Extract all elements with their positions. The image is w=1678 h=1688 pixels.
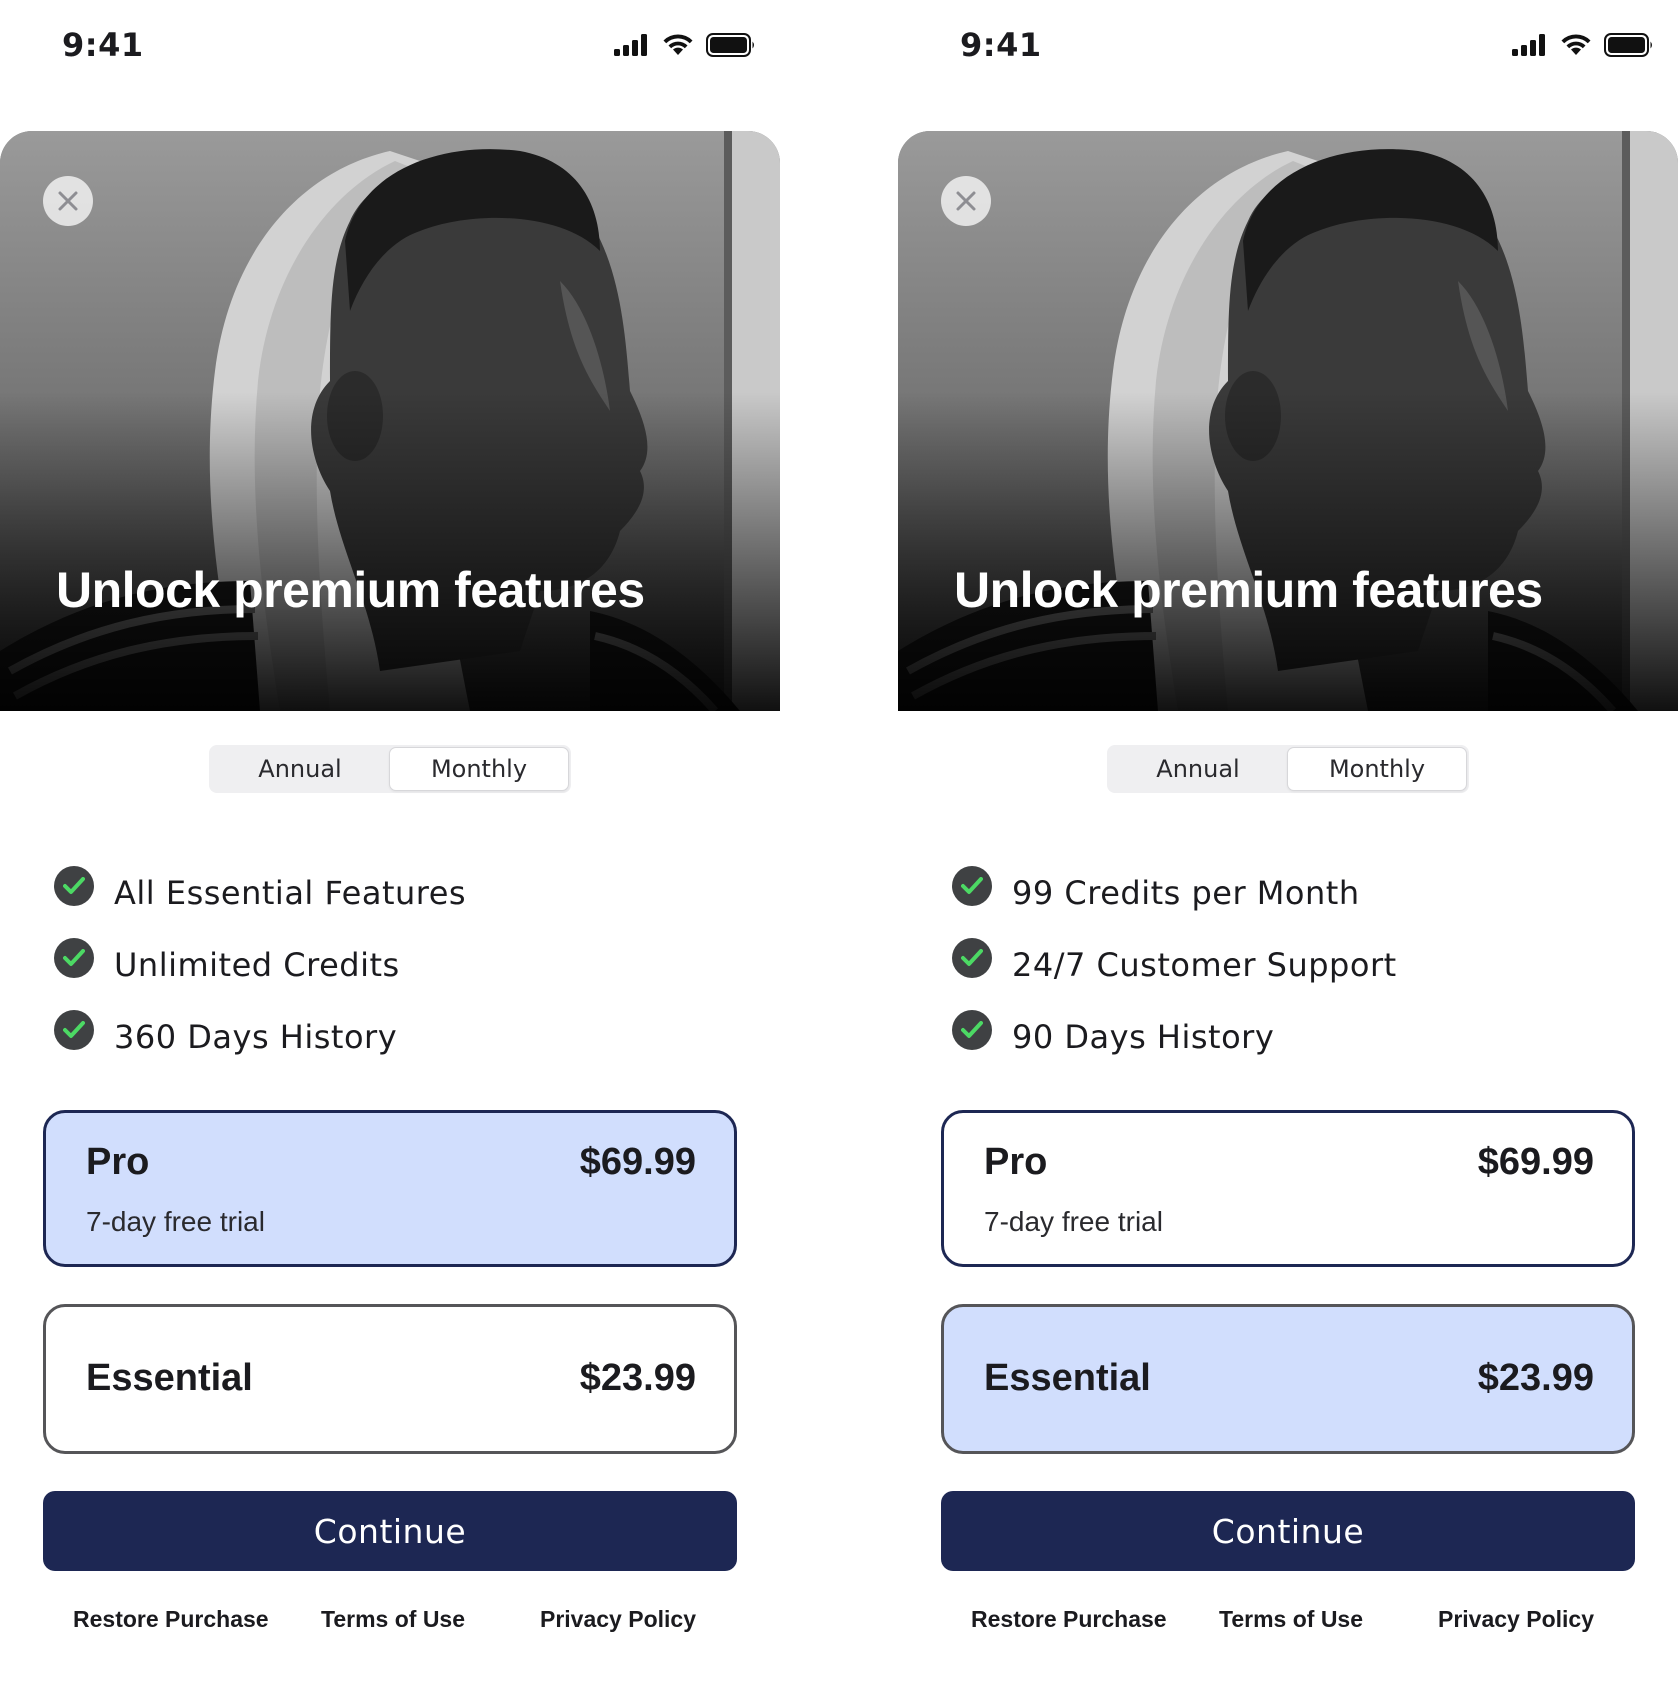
plan-price: $23.99 [579,1357,696,1399]
segment-monthly[interactable]: Monthly [389,747,569,791]
paywall-screen-pro-selected: 9:41 Unlock premium features Annual Mont… [0,0,780,1688]
segment-annual[interactable]: Annual [211,747,389,791]
check-icon [54,866,94,906]
status-time: 9:41 [960,26,1042,64]
status-icons [614,30,756,60]
status-bar: 9:41 [898,0,1678,95]
hero-photo [898,131,1678,711]
hero-image: Unlock premium features [898,131,1678,711]
status-time: 9:41 [62,26,144,64]
check-icon [952,938,992,978]
plan-trial-label: 7-day free trial [984,1206,1163,1237]
close-button[interactable] [941,176,991,226]
footer-links: Restore Purchase Terms of Use Privacy Po… [43,1606,737,1646]
close-icon [956,191,976,211]
check-icon [952,1010,992,1050]
hero-photo [0,131,780,711]
feature-label: Unlimited Credits [114,946,400,984]
signal-icon [1512,34,1545,56]
close-button[interactable] [43,176,93,226]
feature-item: 24/7 Customer Support [952,934,1652,1006]
feature-item: 90 Days History [952,1006,1652,1078]
hero-title: Unlock premium features [56,562,645,618]
signal-icon [614,34,647,56]
restore-purchase-link[interactable]: Restore Purchase [971,1606,1167,1633]
status-icons [1512,30,1654,60]
paywall-screen-essential-selected: 9:41 Unlock premium features Annual Mont… [898,0,1678,1688]
status-bar: 9:41 [0,0,780,95]
check-icon [54,1010,94,1050]
plan-price: $69.99 [1477,1141,1594,1183]
hero-image: Unlock premium features [0,131,780,711]
wifi-icon [663,34,693,55]
plan-price: $69.99 [579,1141,696,1183]
continue-button[interactable]: Continue [43,1491,737,1571]
billing-period-segmented-control: Annual Monthly [1107,745,1469,793]
feature-label: 360 Days History [114,1018,398,1056]
check-icon [952,866,992,906]
footer-links: Restore Purchase Terms of Use Privacy Po… [941,1606,1635,1646]
terms-of-use-link[interactable]: Terms of Use [321,1606,465,1633]
continue-button[interactable]: Continue [941,1491,1635,1571]
hero-title: Unlock premium features [954,562,1543,618]
feature-item: Unlimited Credits [54,934,754,1006]
plan-card-pro[interactable]: Pro $69.99 7-day free trial [43,1110,737,1267]
plan-name: Pro [984,1141,1048,1183]
billing-period-segmented-control: Annual Monthly [209,745,571,793]
plan-name: Pro [86,1141,150,1183]
feature-label: 24/7 Customer Support [1012,946,1397,984]
feature-label: 90 Days History [1012,1018,1275,1056]
feature-label: 99 Credits per Month [1012,874,1360,912]
plan-card-essential[interactable]: Essential $23.99 [941,1304,1635,1454]
segment-monthly[interactable]: Monthly [1287,747,1467,791]
plan-card-pro[interactable]: Pro $69.99 7-day free trial [941,1110,1635,1267]
feature-list: All Essential Features Unlimited Credits… [54,862,754,1078]
close-icon [58,191,78,211]
privacy-policy-link[interactable]: Privacy Policy [1438,1606,1594,1633]
segment-annual[interactable]: Annual [1109,747,1287,791]
feature-label: All Essential Features [114,874,467,912]
restore-purchase-link[interactable]: Restore Purchase [73,1606,269,1633]
plan-price: $23.99 [1477,1357,1594,1399]
plan-name: Essential [984,1357,1151,1399]
privacy-policy-link[interactable]: Privacy Policy [540,1606,696,1633]
plan-card-essential[interactable]: Essential $23.99 [43,1304,737,1454]
plan-name: Essential [86,1357,253,1399]
feature-item: All Essential Features [54,862,754,934]
plan-trial-label: 7-day free trial [86,1206,265,1237]
terms-of-use-link[interactable]: Terms of Use [1219,1606,1363,1633]
feature-list: 99 Credits per Month 24/7 Customer Suppo… [952,862,1652,1078]
feature-item: 360 Days History [54,1006,754,1078]
battery-icon [706,33,754,57]
battery-icon [1604,33,1652,57]
check-icon [54,938,94,978]
wifi-icon [1561,34,1591,55]
feature-item: 99 Credits per Month [952,862,1652,934]
